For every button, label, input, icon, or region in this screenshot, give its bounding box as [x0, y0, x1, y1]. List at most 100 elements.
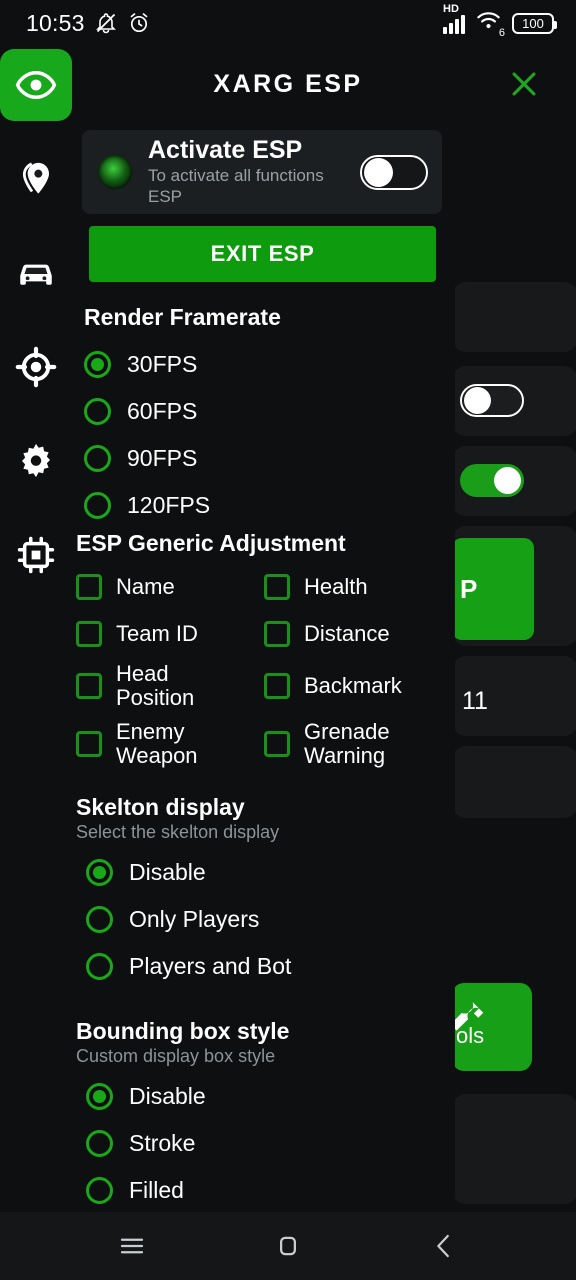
bounding-box-subtitle: Custom display box style — [76, 1046, 276, 1066]
render-framerate-title: Render Framerate — [84, 304, 281, 330]
home-button[interactable] — [265, 1223, 311, 1269]
radio-option-box-filled[interactable]: Filled — [86, 1167, 426, 1211]
recents-button[interactable] — [109, 1223, 155, 1269]
signal-bars-icon: HD — [443, 3, 465, 34]
android-nav-bar — [0, 1212, 576, 1280]
radio-indicator — [84, 351, 111, 378]
checkbox-indicator — [264, 620, 290, 647]
checkbox-indicator — [76, 620, 102, 647]
esp-generic-checkbox-grid: Name Health Team ID Distance Head Positi… — [76, 563, 455, 773]
radio-label: 120FPS — [127, 492, 211, 518]
background-card — [452, 282, 576, 352]
checkbox-distance[interactable]: Distance — [264, 610, 452, 657]
checkbox-label: Distance — [304, 620, 390, 646]
background-green-button[interactable]: P — [452, 538, 534, 640]
back-button[interactable] — [421, 1223, 467, 1269]
radio-option-skelton-only-players[interactable]: Only Players — [86, 896, 426, 943]
checkbox-head-position[interactable]: Head Position — [76, 657, 264, 715]
sidebar-item-esp[interactable] — [0, 49, 72, 121]
battery-level-label: 100 — [522, 15, 544, 31]
app-bar: XARG ESP — [0, 46, 576, 122]
close-button[interactable] — [506, 66, 542, 102]
radio-option-30fps[interactable]: 30FPS — [84, 341, 424, 388]
activate-esp-subtitle: To activate all functions ESP — [148, 166, 324, 206]
radio-indicator — [86, 906, 113, 933]
radio-option-box-disable[interactable]: Disable — [86, 1073, 426, 1120]
radio-indicator — [84, 398, 111, 425]
checkbox-indicator — [76, 573, 102, 600]
checkbox-indicator — [264, 731, 290, 757]
skelton-display-title: Skelton display — [76, 794, 245, 820]
sidebar-item-aim[interactable] — [0, 331, 72, 403]
radio-option-skelton-players-and-bot[interactable]: Players and Bot — [86, 943, 426, 990]
radio-option-60fps[interactable]: 60FPS — [84, 388, 424, 435]
wifi-generation-label: 6 — [498, 26, 505, 39]
radio-indicator — [86, 1083, 113, 1110]
bell-muted-icon — [95, 13, 116, 34]
render-framerate-section: Render Framerate 30FPS 60FPS 90FPS 120FP… — [84, 304, 424, 529]
background-toggle-off[interactable] — [460, 384, 524, 417]
radio-label: Stroke — [129, 1130, 196, 1156]
checkbox-team-id[interactable]: Team ID — [76, 610, 264, 657]
bounding-box-style-section: Bounding box style Custom display box st… — [76, 1018, 426, 1211]
radio-indicator — [86, 1130, 113, 1157]
radio-label: 90FPS — [127, 445, 198, 471]
background-toggle-on[interactable] — [460, 464, 524, 497]
checkbox-name[interactable]: Name — [76, 563, 264, 610]
eye-icon — [15, 70, 57, 100]
toggle-knob — [364, 157, 393, 187]
radio-label: Disable — [129, 1083, 206, 1109]
wifi-icon: 6 — [475, 10, 505, 39]
radio-indicator — [86, 859, 113, 886]
checkbox-indicator — [76, 731, 102, 757]
radio-option-120fps[interactable]: 120FPS — [84, 482, 424, 529]
radio-label: Players and Bot — [129, 953, 292, 979]
radio-dot — [93, 866, 106, 879]
background-card — [452, 1094, 576, 1204]
esp-generic-title: ESP Generic Adjustment — [76, 530, 346, 556]
radio-label: Filled — [129, 1177, 184, 1203]
radio-indicator — [86, 1177, 113, 1204]
status-bar: 10:53 HD 6 100 — [0, 0, 576, 46]
back-icon — [437, 1234, 449, 1258]
radio-label: 60FPS — [127, 398, 198, 424]
sidebar-item-location[interactable] — [0, 143, 72, 215]
esp-generic-adjustment-section: ESP Generic Adjustment Name Health Team … — [76, 530, 455, 773]
radio-dot — [93, 1090, 106, 1103]
radio-label: Disable — [129, 859, 206, 885]
checkbox-grenade-warning[interactable]: Grenade Warning — [264, 715, 452, 773]
sidebar-item-memory[interactable] — [0, 519, 72, 591]
checkbox-indicator — [264, 673, 290, 699]
status-bar-right: HD 6 100 — [443, 3, 557, 39]
radio-dot — [91, 358, 104, 371]
background-tool-label: ols — [456, 1023, 485, 1048]
background-tool-card[interactable]: ols — [452, 983, 532, 1071]
app-logo-icon — [98, 155, 132, 189]
checkbox-indicator — [76, 673, 102, 699]
checkbox-health[interactable]: Health — [264, 563, 452, 610]
activate-esp-card[interactable]: Activate ESP To activate all functions E… — [82, 130, 442, 214]
radio-option-box-stroke[interactable]: Stroke — [86, 1120, 426, 1167]
sidebar-item-settings[interactable] — [0, 425, 72, 497]
radio-option-skelton-disable[interactable]: Disable — [86, 849, 426, 896]
toggle-knob — [494, 467, 521, 494]
location-pin-icon — [22, 162, 49, 194]
checkbox-indicator — [264, 573, 290, 600]
radio-indicator — [84, 445, 111, 472]
skelton-display-section: Skelton display Select the skelton displ… — [76, 794, 426, 990]
gear-icon — [22, 443, 50, 478]
checkbox-backmark[interactable]: Backmark — [264, 657, 452, 715]
sidebar-item-vehicle[interactable] — [0, 237, 72, 309]
radio-indicator — [84, 492, 111, 519]
background-card — [452, 746, 576, 818]
battery-icon: 100 — [512, 12, 557, 34]
checkbox-enemy-weapon[interactable]: Enemy Weapon — [76, 715, 264, 773]
exit-esp-button[interactable]: EXIT ESP — [89, 226, 436, 282]
skelton-display-subtitle: Select the skelton display — [76, 822, 280, 842]
checkbox-label: Enemy Weapon — [116, 719, 198, 768]
radio-option-90fps[interactable]: 90FPS — [84, 435, 424, 482]
activate-esp-title: Activate ESP — [148, 136, 303, 165]
cpu-chip-icon — [17, 536, 55, 574]
status-bar-clock: 10:53 — [26, 9, 85, 36]
activate-esp-toggle[interactable] — [360, 154, 428, 190]
